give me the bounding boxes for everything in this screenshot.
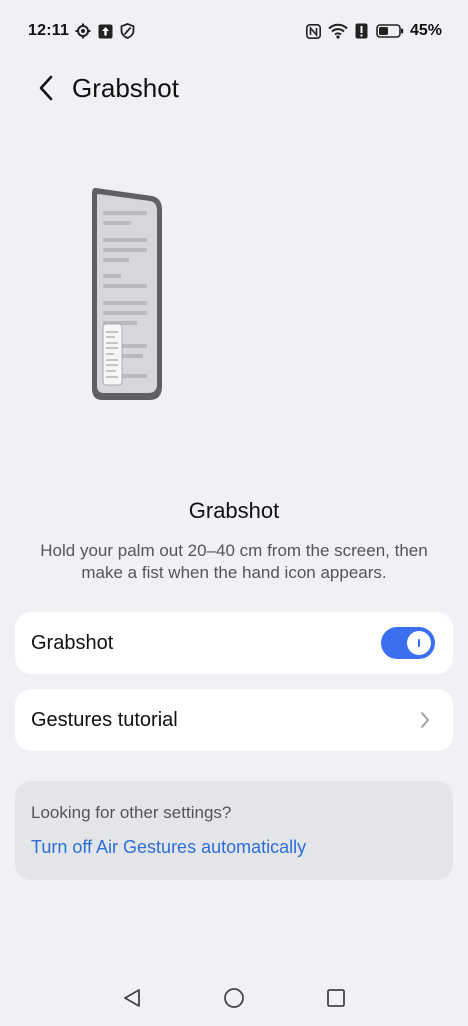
turn-off-air-gestures-link[interactable]: Turn off Air Gestures automatically (31, 837, 437, 858)
navigation-bar (0, 970, 468, 1026)
wifi-icon (328, 23, 348, 39)
home-circle-icon (224, 988, 244, 1008)
grabshot-illustration (90, 186, 164, 402)
shield-icon (119, 23, 135, 39)
back-arrow-icon (39, 75, 53, 101)
settings-icon (75, 23, 91, 39)
page-title: Grabshot (72, 72, 179, 103)
back-triangle-icon (124, 989, 140, 1007)
feature-title: Grabshot (188, 498, 280, 523)
other-settings-card: Looking for other settings? Turn off Air… (15, 781, 453, 880)
status-bar: 12:11 45% (0, 0, 468, 62)
feature-description: Hold your palm out 20–40 cm from the scr… (40, 541, 428, 582)
toggle-knob (407, 631, 431, 655)
status-bar-right: 45% (306, 22, 442, 40)
chevron-right-icon (415, 710, 435, 730)
grabshot-toggle-label: Grabshot (31, 631, 114, 654)
nav-home-button[interactable] (222, 986, 246, 1010)
other-settings-question: Looking for other settings? (31, 803, 232, 822)
nfc-icon (306, 23, 322, 39)
grabshot-toggle-row[interactable]: Grabshot (15, 612, 453, 674)
status-bar-left: 12:11 (28, 22, 135, 40)
status-time: 12:11 (28, 22, 70, 39)
battery-percent: 45% (409, 22, 442, 39)
nav-recents-button[interactable] (324, 986, 348, 1010)
alert-icon (354, 23, 370, 39)
gestures-tutorial-row[interactable]: Gestures tutorial (15, 689, 453, 751)
nav-back-button[interactable] (120, 986, 144, 1010)
battery-icon (376, 23, 404, 39)
back-button[interactable] (28, 70, 64, 106)
upload-icon (97, 23, 113, 39)
header: Grabshot (0, 62, 468, 114)
recents-square-icon (327, 989, 345, 1007)
gestures-tutorial-label: Gestures tutorial (31, 708, 178, 731)
grabshot-toggle-switch[interactable] (381, 627, 435, 659)
